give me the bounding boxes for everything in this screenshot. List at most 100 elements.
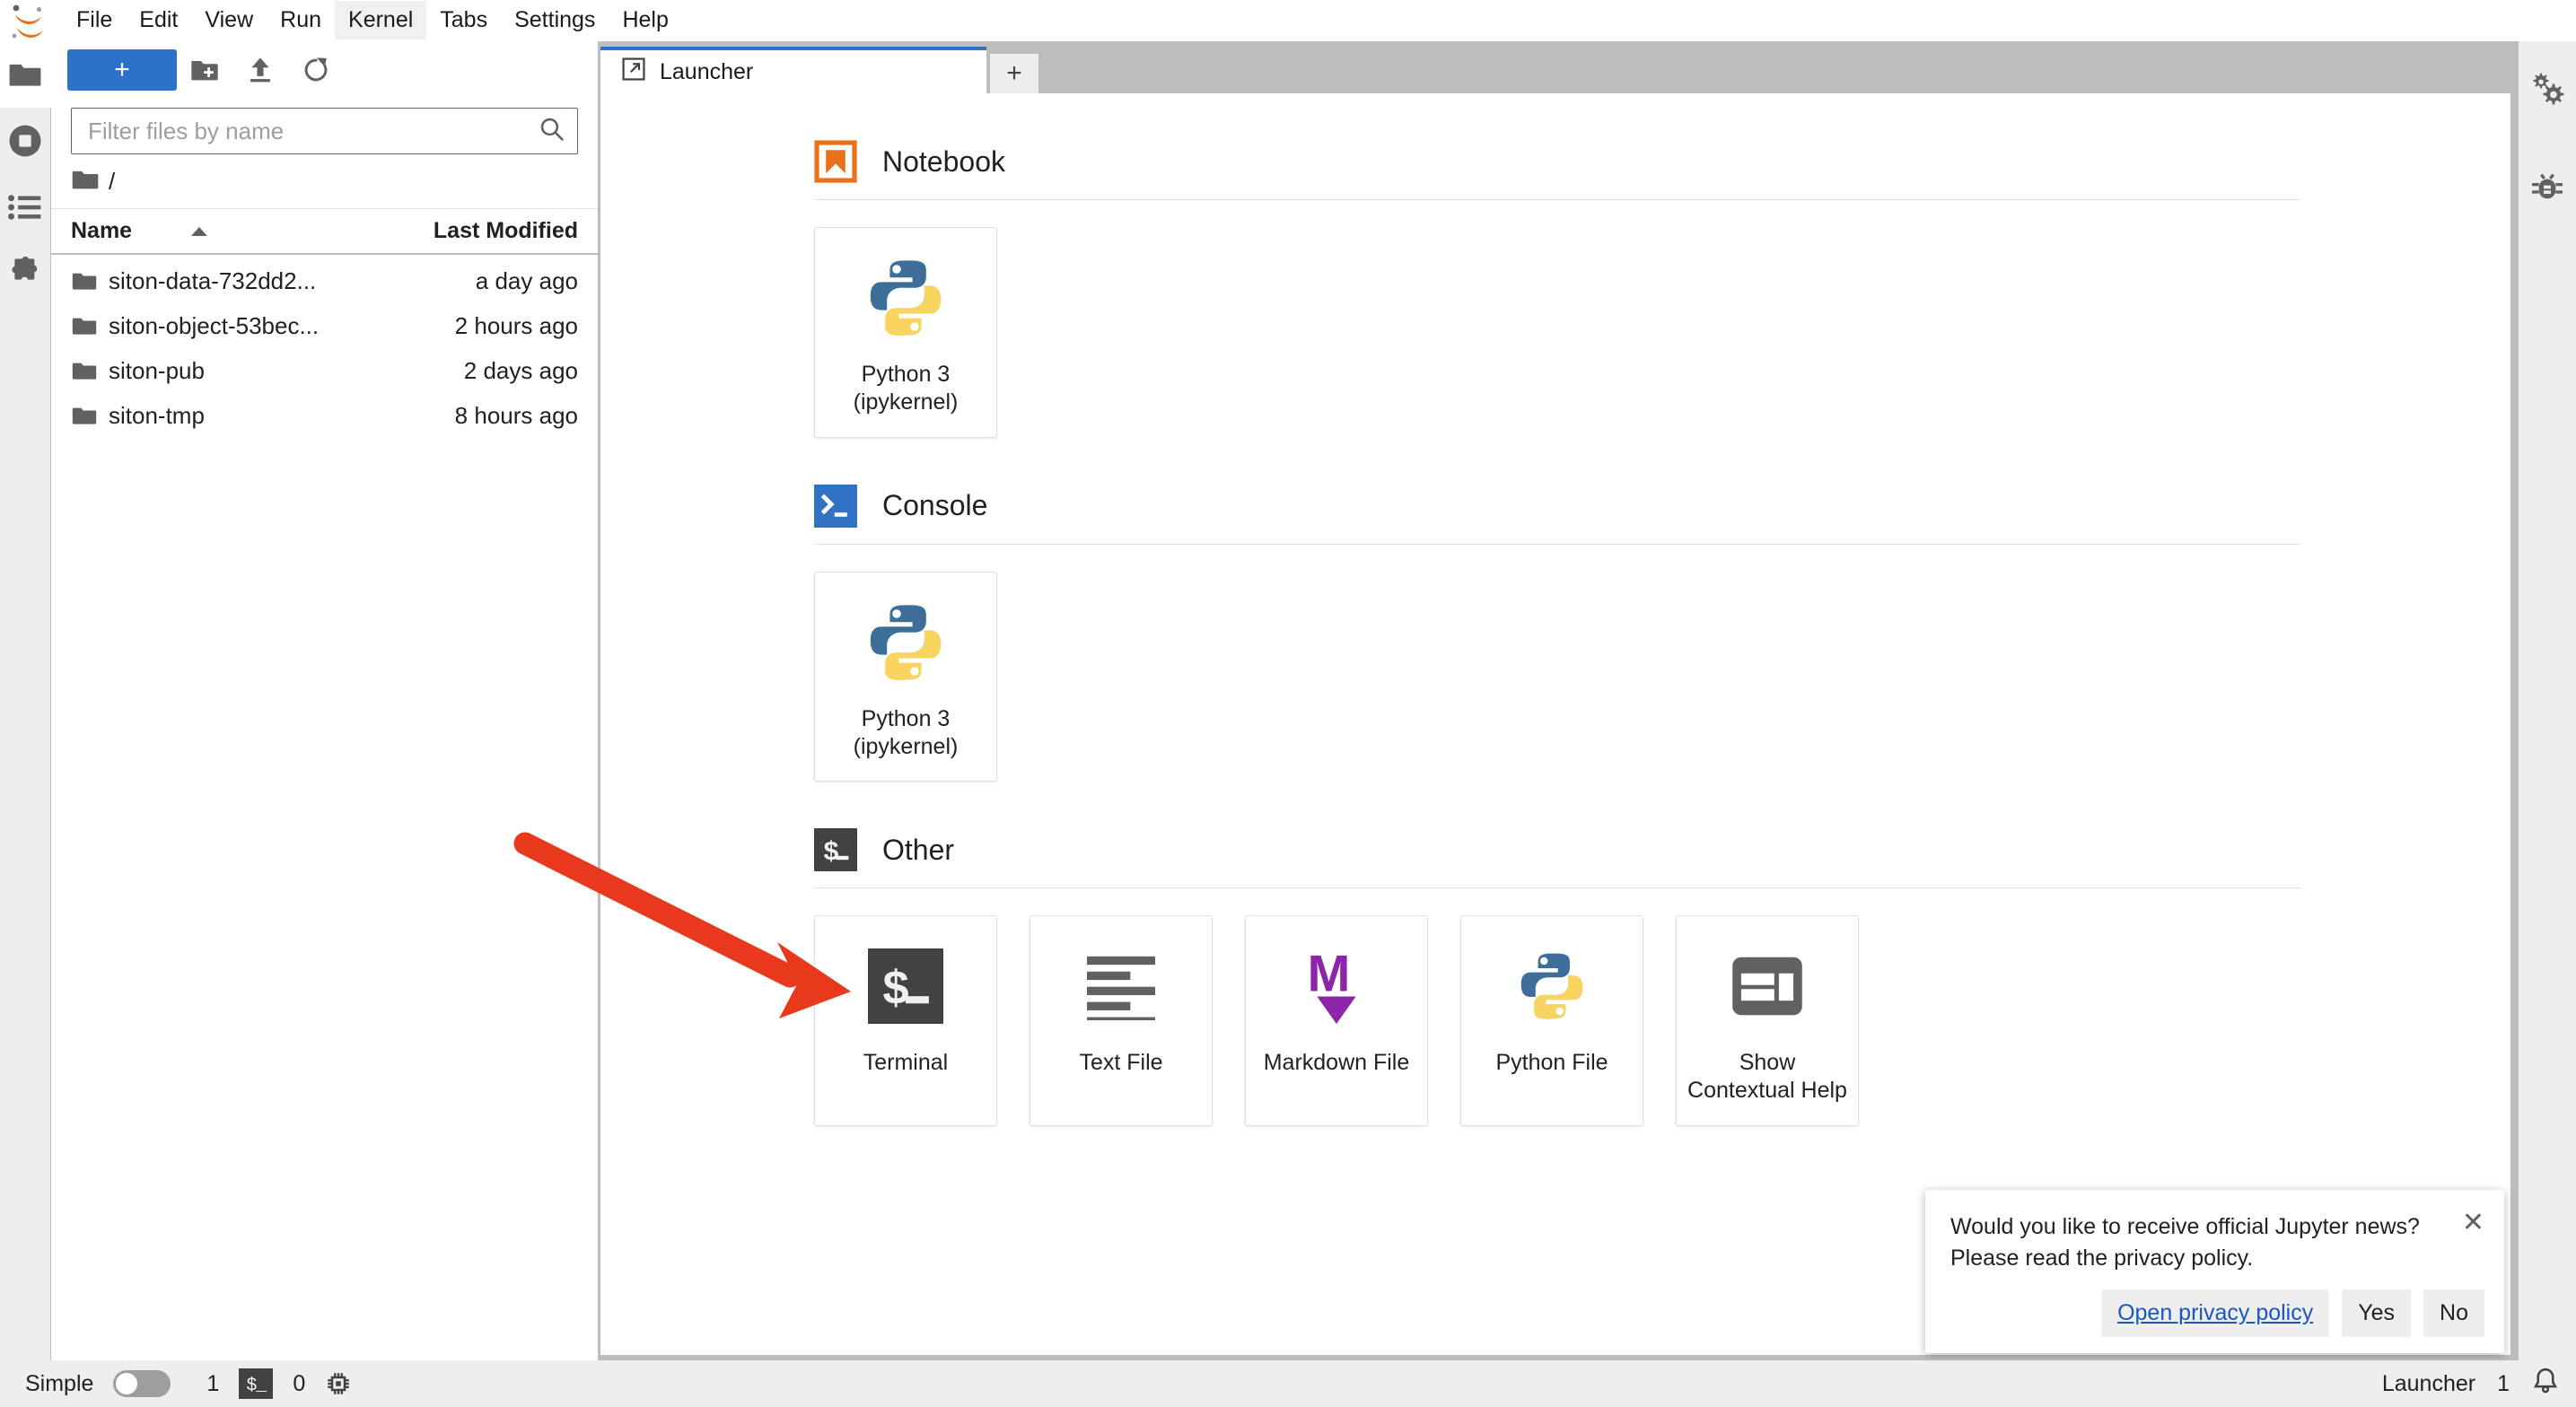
breadcrumb[interactable]: /	[51, 154, 598, 208]
cpu-chip-icon[interactable]	[325, 1370, 352, 1397]
external-link-icon	[622, 57, 645, 87]
accept-news-button[interactable]: Yes	[2342, 1289, 2412, 1337]
folder-icon	[8, 60, 42, 89]
breadcrumb-path: /	[109, 167, 116, 195]
launcher-card-text-file[interactable]: Text File	[1030, 915, 1213, 1126]
table-row[interactable]: siton-object-53bec... 2 hours ago	[51, 303, 598, 348]
current-view-label: Launcher	[2381, 1370, 2476, 1396]
folder-icon	[71, 270, 109, 292]
gears-icon	[2528, 71, 2566, 111]
file-modified: 2 days ago	[463, 356, 578, 384]
launcher-card-label: Terminal	[863, 1050, 949, 1075]
toggle-knob	[116, 1373, 138, 1394]
bell-icon[interactable]	[2531, 1367, 2560, 1402]
svg-text:$: $	[881, 964, 910, 1018]
divider	[814, 887, 2300, 888]
new-folder-button[interactable]	[177, 48, 232, 92]
launcher-card-markdown-file[interactable]: M Markdown File	[1245, 915, 1428, 1126]
refresh-file-list-button[interactable]	[288, 48, 344, 92]
sidebar-item-property-inspector[interactable]	[2519, 41, 2576, 140]
column-header-name[interactable]: Name	[71, 218, 381, 244]
puzzle-piece-icon	[7, 256, 43, 292]
simple-mode-toggle[interactable]	[113, 1370, 171, 1397]
simple-mode-label: Simple	[25, 1370, 94, 1396]
new-launcher-button[interactable]: +	[67, 49, 177, 91]
table-row[interactable]: siton-tmp 8 hours ago	[51, 393, 598, 438]
terminal-count[interactable]: 0	[293, 1371, 305, 1397]
launcher-card-show-contextual-help[interactable]: Show Contextual Help	[1676, 915, 1859, 1126]
tab-label: Launcher	[660, 58, 754, 84]
table-row[interactable]: siton-pub 2 days ago	[51, 348, 598, 393]
status-bar: Simple 1 $_ 0 Launcher 1	[0, 1360, 2576, 1407]
open-privacy-policy-button[interactable]: Open privacy policy	[2101, 1289, 2330, 1337]
file-name: siton-object-53bec...	[109, 311, 320, 339]
file-list-header: Name Last Modified	[51, 208, 598, 255]
sidebar-item-running-sessions[interactable]	[0, 108, 50, 174]
tab-launcher[interactable]: Launcher	[600, 47, 986, 93]
right-sidebar	[2518, 41, 2576, 1360]
launcher-card-label: Markdown File	[1263, 1050, 1410, 1075]
folder-icon	[71, 168, 100, 196]
menu-file[interactable]: File	[63, 1, 126, 39]
toast-message: Would you like to receive official Jupyt…	[1950, 1211, 2484, 1273]
stop-circle-icon	[7, 123, 43, 159]
search-icon	[539, 117, 565, 146]
new-folder-icon	[190, 57, 219, 83]
left-sidebar	[0, 41, 51, 1360]
notification-count[interactable]: 1	[2497, 1371, 2510, 1397]
dock-area: Launcher + Notebook Python 3 (ipykernel)…	[599, 41, 2518, 1360]
decline-news-button[interactable]: No	[2423, 1289, 2484, 1337]
kernel-session-count[interactable]: 1	[206, 1371, 219, 1397]
launcher-card-terminal[interactable]: $ Terminal	[814, 915, 997, 1126]
sidebar-item-table-of-contents[interactable]	[0, 174, 50, 240]
file-name: siton-data-732dd2...	[109, 267, 317, 294]
launcher-section-notebook: Notebook Python 3 (ipykernel)	[814, 140, 2510, 438]
table-row[interactable]: siton-data-732dd2... a day ago	[51, 258, 598, 303]
column-header-last-modified[interactable]: Last Modified	[381, 218, 578, 244]
notification-toast: ✕ Would you like to receive official Jup…	[1925, 1190, 2504, 1353]
contextual-help-icon	[1730, 939, 1805, 1033]
filter-files-box[interactable]	[71, 108, 578, 154]
terminal-dollar-icon: $	[814, 828, 857, 871]
text-lines-icon	[1083, 939, 1159, 1033]
file-browser-panel: + Filter files by name / Name Last Modif…	[51, 41, 599, 1360]
section-title: Console	[882, 489, 988, 521]
menu-run[interactable]: Run	[267, 1, 335, 39]
sidebar-item-debugger[interactable]	[2519, 140, 2576, 239]
menu-tabs[interactable]: Tabs	[426, 1, 501, 39]
launcher-section-other: $ Other $ Terminal Text File M Markdown …	[814, 828, 2510, 1126]
menu-edit[interactable]: Edit	[126, 1, 191, 39]
refresh-icon	[302, 57, 329, 83]
file-modified: 8 hours ago	[454, 401, 578, 429]
python-logo-icon	[1514, 939, 1590, 1033]
file-modified: 2 hours ago	[454, 311, 578, 339]
launcher-card-console-python3[interactable]: Python 3 (ipykernel)	[814, 571, 997, 782]
menu-view[interactable]: View	[191, 1, 267, 39]
launcher-section-console: Console Python 3 (ipykernel)	[814, 484, 2510, 782]
svg-text:$: $	[823, 838, 839, 869]
search-input[interactable]	[86, 116, 539, 146]
filter-row	[51, 99, 598, 154]
sidebar-item-file-browser[interactable]	[0, 41, 51, 108]
sidebar-item-extension-manager[interactable]	[0, 240, 50, 307]
terminal-dollar-icon[interactable]: $_	[239, 1368, 274, 1399]
launcher-card-label: Text File	[1079, 1050, 1163, 1075]
menu-settings[interactable]: Settings	[501, 1, 609, 39]
console-prompt-icon	[814, 484, 857, 528]
add-tab-button[interactable]: +	[990, 54, 1038, 93]
divider	[814, 199, 2300, 200]
jupyter-logo-icon	[9, 3, 50, 39]
upload-files-button[interactable]	[232, 48, 288, 92]
file-name: siton-tmp	[109, 401, 205, 429]
sort-ascending-icon	[191, 226, 208, 236]
markdown-icon: M	[1299, 939, 1374, 1033]
menu-help[interactable]: Help	[609, 1, 681, 39]
menu-kernel[interactable]: Kernel	[335, 1, 427, 39]
folder-icon	[71, 405, 109, 426]
launcher-card-label: Python 3 (ipykernel)	[853, 362, 959, 415]
terminal-dollar-icon: $	[868, 939, 943, 1033]
folder-icon	[71, 360, 109, 381]
launcher-card-notebook-python3[interactable]: Python 3 (ipykernel)	[814, 227, 997, 438]
launcher-card-python-file[interactable]: Python File	[1460, 915, 1643, 1126]
close-icon[interactable]: ✕	[2462, 1210, 2484, 1237]
